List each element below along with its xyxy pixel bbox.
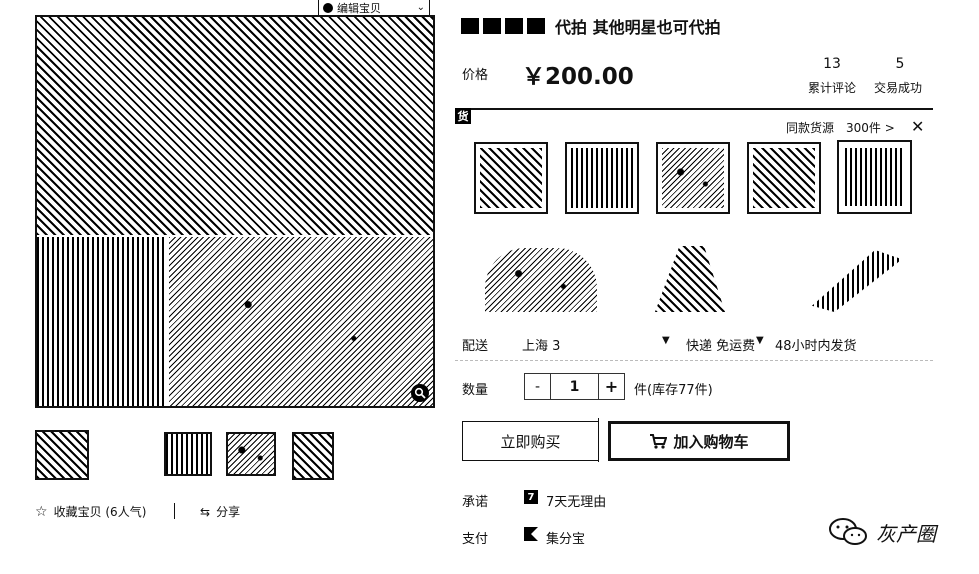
thumbnail-2[interactable]: [164, 432, 212, 476]
quantity-label: 数量: [462, 383, 489, 398]
review-label[interactable]: 累计评论: [808, 79, 856, 96]
delivery-label: 配送: [462, 339, 489, 354]
favorite-label: 收藏宝贝 (6人气): [53, 505, 147, 519]
share-button[interactable]: ⇆ 分享: [200, 503, 240, 520]
wechat-icon: [829, 518, 867, 545]
dispatch-time: 48小时内发货: [775, 339, 857, 354]
watermark: 灰产圈: [828, 516, 936, 548]
chevron-down-icon: ⌄: [416, 2, 425, 13]
promise-text[interactable]: 7天无理由: [546, 491, 606, 510]
button-divider: [598, 418, 599, 462]
source-badge: 货: [455, 108, 471, 124]
cart-icon: [650, 434, 668, 449]
delivery-from-dropdown[interactable]: ▼: [662, 335, 670, 346]
thumbnail-1[interactable]: [35, 430, 89, 480]
stock-text: 件(库存77件): [634, 383, 713, 398]
share-icon: ⇆: [200, 504, 211, 519]
trade-label: 交易成功: [874, 81, 923, 95]
redacted-title-block: [461, 18, 549, 34]
payment-text: 集分宝: [546, 532, 586, 547]
delivery-separator: [455, 360, 933, 361]
price-label: 价格: [462, 68, 489, 83]
favorite-button[interactable]: ☆ 收藏宝贝 (6人气): [35, 503, 146, 520]
watermark-text: 灰产圈: [876, 521, 936, 546]
image-panel-bottom-right: [169, 237, 433, 406]
close-icon[interactable]: ✕: [911, 117, 924, 136]
source-item-7[interactable]: [655, 246, 725, 312]
edit-item-badge[interactable]: 编辑宝贝 ⌄: [318, 0, 430, 16]
add-to-cart-label: 加入购物车: [673, 432, 749, 451]
source-item-2[interactable]: [565, 142, 639, 214]
source-item-3[interactable]: [656, 142, 730, 214]
quantity-input[interactable]: 1: [550, 373, 599, 400]
main-product-image[interactable]: [35, 15, 435, 408]
edit-icon: [323, 2, 333, 13]
trade-count: 5: [895, 56, 905, 72]
header-divider: [455, 108, 933, 110]
product-title-text: 代拍 其他明星也可代拍: [555, 18, 721, 37]
price-value: ￥200.00: [522, 64, 634, 90]
source-item-8[interactable]: [812, 250, 902, 312]
image-panel-top: [37, 17, 433, 235]
star-icon: ☆: [35, 503, 48, 520]
shipping-dropdown[interactable]: ▼: [756, 335, 764, 346]
share-label: 分享: [216, 505, 241, 519]
payment-icon: [524, 527, 538, 541]
quantity-plus-button[interactable]: +: [598, 373, 625, 400]
seven-day-icon: 7: [524, 490, 538, 504]
thumbnail-4[interactable]: [292, 432, 334, 480]
buy-now-button[interactable]: 立即购买: [462, 421, 599, 461]
same-source-label[interactable]: 同款货源: [786, 119, 834, 136]
divider: [174, 503, 175, 519]
product-title: 代拍 其他明星也可代拍: [461, 14, 721, 38]
image-panel-bottom-left: [37, 237, 165, 406]
shipping-method[interactable]: 快递 免运费: [686, 335, 755, 354]
add-to-cart-button[interactable]: 加入购物车: [608, 421, 790, 461]
thumbnail-3[interactable]: [226, 432, 276, 476]
source-item-6[interactable]: [485, 248, 597, 312]
source-item-1[interactable]: [474, 142, 548, 214]
magnifier-icon: [414, 387, 426, 399]
edit-item-label: 编辑宝贝: [337, 1, 381, 15]
review-count: 13: [823, 56, 841, 72]
quantity-minus-button[interactable]: -: [524, 373, 551, 400]
promise-label: 承诺: [462, 495, 489, 510]
source-item-4[interactable]: [747, 142, 821, 214]
buy-now-label: 立即购买: [500, 432, 561, 451]
payment-label: 支付: [462, 532, 489, 547]
delivery-from: 上海 3: [522, 339, 561, 354]
zoom-button[interactable]: [411, 384, 429, 402]
source-count-link[interactable]: 300件 >: [846, 119, 895, 136]
source-item-5[interactable]: [837, 140, 912, 214]
